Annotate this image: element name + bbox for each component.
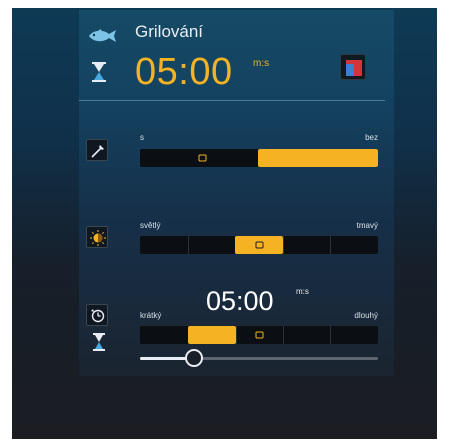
pot-icon <box>198 154 207 162</box>
hourglass-icon <box>92 62 106 82</box>
duration-fill <box>188 326 236 344</box>
fish-icon <box>89 29 116 42</box>
browning-slider[interactable] <box>140 236 378 254</box>
probe-button[interactable] <box>86 139 108 161</box>
clock-reset-icon <box>91 309 105 323</box>
segment-divider <box>283 326 284 344</box>
header-divider <box>79 100 385 101</box>
crispness-right-label: bez <box>365 133 378 142</box>
browning-button[interactable] <box>86 226 108 248</box>
segment-divider <box>283 236 284 254</box>
reset-button[interactable] <box>86 304 108 326</box>
duration-left-label: krátký <box>140 311 162 320</box>
duration-slider[interactable] <box>140 326 378 344</box>
pot-icon <box>255 331 264 339</box>
duration-time-unit: m:s <box>296 287 309 296</box>
crispness-slider[interactable] <box>140 149 378 167</box>
duration-right-label: dlouhý <box>354 311 378 320</box>
browning-left-label: světlý <box>140 221 161 230</box>
duration-time: 05:00 <box>206 286 274 316</box>
segment-divider <box>236 326 237 344</box>
probe-icon <box>91 145 104 158</box>
crispness-fill <box>258 149 378 167</box>
time-unit-label: m:s <box>253 58 270 69</box>
sun-shade-icon <box>90 230 106 246</box>
grill-rack-button[interactable] <box>340 54 366 80</box>
segment-divider <box>330 236 331 254</box>
browning-right-label: tmavý <box>356 221 378 230</box>
crispness-left-label: s <box>140 133 144 142</box>
pot-icon <box>255 241 264 249</box>
program-title: Grilování <box>135 22 204 41</box>
grill-rack-icon-top <box>346 60 362 64</box>
segment-divider <box>188 236 189 254</box>
hourglass-icon <box>93 333 105 351</box>
segment-divider <box>330 326 331 344</box>
fine-slider-knob[interactable] <box>185 349 203 367</box>
remaining-time[interactable]: 05:00 <box>135 52 233 92</box>
